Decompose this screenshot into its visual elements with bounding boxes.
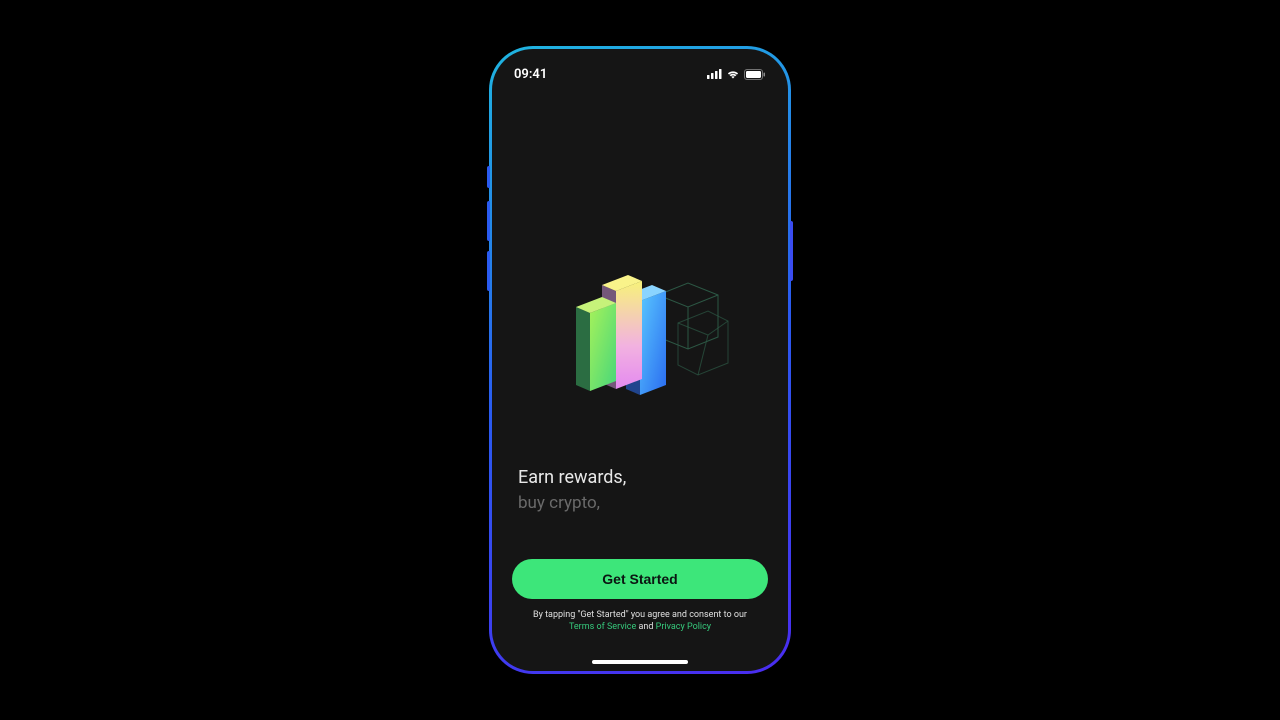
tagline-line-1: Earn rewards, (518, 466, 768, 489)
privacy-policy-link[interactable]: Privacy Policy (656, 622, 711, 632)
phone-screen: 09:41 (492, 49, 788, 671)
terms-of-service-link[interactable]: Terms of Service (569, 622, 636, 632)
onboarding-hero: Earn rewards, buy crypto, Get Started By… (492, 87, 788, 652)
side-button-volume-up (487, 201, 490, 241)
side-button-silent (487, 166, 490, 188)
status-time: 09:41 (514, 67, 547, 82)
home-indicator[interactable] (592, 660, 688, 664)
get-started-button[interactable]: Get Started (512, 559, 768, 599)
status-bar: 09:41 (492, 49, 788, 87)
side-button-volume-down (487, 251, 490, 291)
consent-prefix: By tapping "Get Started" you agree and c… (533, 610, 747, 620)
status-icons (707, 69, 766, 80)
tagline: Earn rewards, buy crypto, (512, 466, 768, 513)
consent-joiner: and (636, 622, 655, 632)
battery-icon (744, 69, 766, 80)
tagline-line-2: buy crypto, (518, 492, 768, 514)
cellular-signal-icon (707, 69, 722, 79)
consent-text: By tapping "Get Started" you agree and c… (512, 609, 768, 634)
side-button-power (790, 221, 793, 281)
wifi-icon (726, 69, 740, 79)
hero-3d-bars-icon (512, 261, 768, 411)
phone-device-frame: 09:41 (489, 46, 791, 674)
